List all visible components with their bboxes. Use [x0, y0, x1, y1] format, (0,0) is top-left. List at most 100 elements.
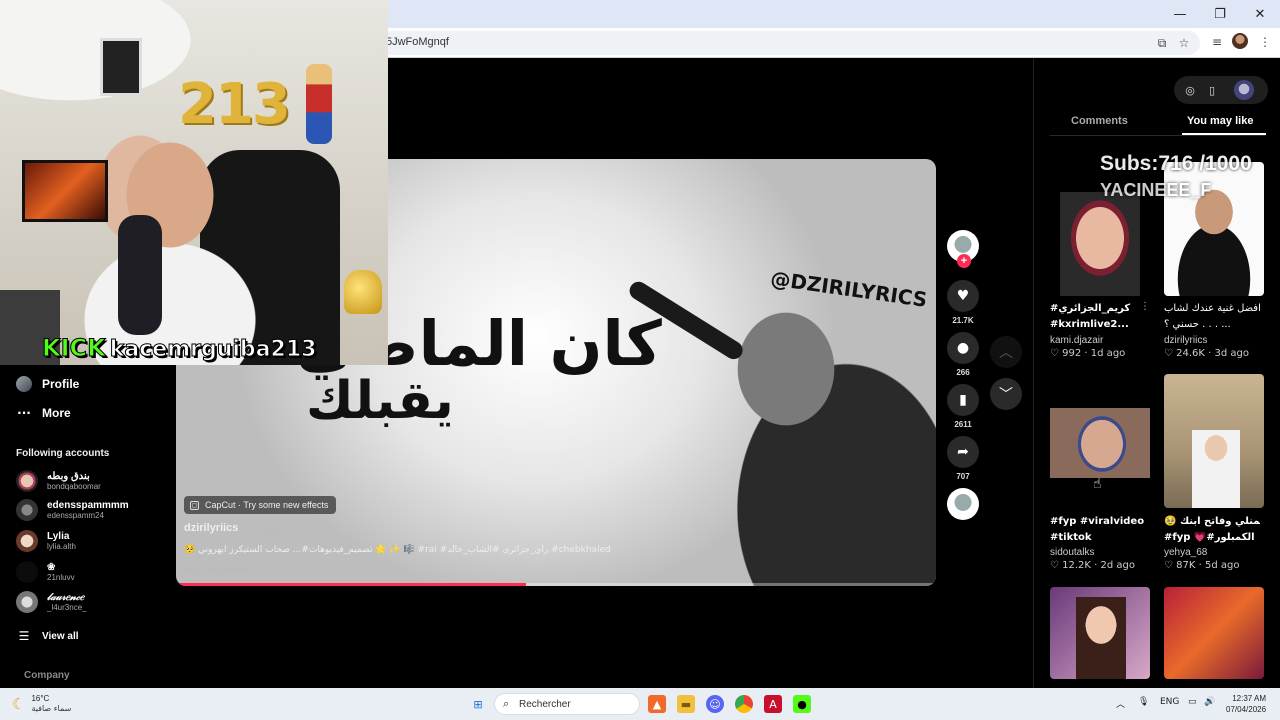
see-translation-link[interactable]: See translation [184, 564, 249, 574]
media-control-icon[interactable]: ≡ [1208, 33, 1226, 51]
avatar [16, 499, 38, 521]
video-author-name[interactable]: dzirilyriics [184, 522, 238, 534]
recommendation-thumbnail[interactable] [1164, 587, 1264, 679]
minimize-icon[interactable]: — [1160, 0, 1200, 28]
sidebar-item-more[interactable]: ··· More [16, 405, 71, 421]
weather-widget[interactable]: ☾ 16°C سماء صافية [12, 694, 71, 714]
account-handle: _l4ur3nce_ [47, 602, 87, 612]
panel-toolbar: ◎ ▯ [1174, 76, 1268, 104]
recommendation-author[interactable]: dzirilyriics [1164, 335, 1207, 346]
recommendation-author[interactable]: yehya_68 [1164, 547, 1207, 558]
taskbar-search[interactable]: ⌕ Rechercher [494, 693, 640, 715]
recommendation-author[interactable]: sidoutalks [1050, 547, 1094, 558]
video-author[interactable]: dzirilyriics · 1d ago [184, 522, 282, 534]
tab-you-may-like[interactable]: You may like [1187, 115, 1253, 127]
follow-plus-icon[interactable]: + [957, 254, 971, 268]
video-caption: 🥺 تصميم_فيديوهات#... صحاب الستيكرز ابهرو… [184, 545, 611, 555]
search-icon: ⌕ [503, 697, 510, 710]
taskbar-search-label: Rechercher [519, 699, 571, 710]
webcam-trophy [344, 270, 382, 314]
brave-browser-icon[interactable]: ▲ [648, 695, 666, 713]
sidebar-item-profile[interactable]: Profile [16, 376, 79, 392]
share-arrow-icon: ➦ [957, 444, 969, 460]
capcut-effects-button[interactable]: ▢ CapCut · Try some new effects [184, 496, 337, 514]
recommendation-thumbnail[interactable] [1050, 587, 1150, 679]
acrobat-icon[interactable]: A [764, 695, 782, 713]
bookmark-star-icon[interactable]: ☆ [1176, 35, 1192, 51]
following-account[interactable]: edensspammmm edensspamm24 [16, 499, 129, 521]
recommendation-title[interactable]: 🥹 تركمنلي وفاتح ابنك [1164, 514, 1260, 529]
previous-video-button[interactable]: ︿ [990, 336, 1022, 368]
account-handle: lylia.alth [47, 541, 76, 551]
share-count: 707 [956, 472, 970, 481]
music-disc-avatar[interactable] [947, 488, 979, 520]
list-icon: ☰ [18, 629, 30, 643]
thumbnail-image [1050, 408, 1150, 478]
recommendation-meta: ♡ 992 · 1d ago [1050, 348, 1126, 359]
microphone-icon[interactable]: 🎙 [1138, 697, 1149, 707]
user-avatar[interactable] [1234, 80, 1254, 100]
recommendation-title-line2[interactable]: #fyp 💗#الكمبلور [1164, 530, 1260, 545]
comment-count: 266 [956, 368, 970, 377]
avatar [16, 530, 38, 552]
phone-icon[interactable]: ▯ [1204, 82, 1220, 98]
network-icon[interactable]: ▭ [1188, 697, 1197, 707]
compass-icon[interactable]: ◎ [1182, 82, 1198, 98]
webcam-figurine [306, 64, 332, 144]
tab-comments[interactable]: Comments [1071, 115, 1128, 127]
tray-chevron-icon[interactable]: ︿ [1116, 697, 1125, 710]
following-account[interactable]: 𝓁𝒶𝓊𝓇𝑒𝓃𝒸𝑒 _l4ur3nce_ [16, 591, 87, 613]
chrome-icon[interactable] [735, 695, 753, 713]
save-button[interactable]: ▮ [947, 384, 979, 416]
video-progress-bar[interactable] [176, 583, 936, 586]
chrome-menu-icon[interactable]: ⋮ [1256, 33, 1274, 51]
next-video-button[interactable]: ﹀ [990, 378, 1022, 410]
creator-avatar[interactable]: + [947, 230, 979, 268]
footer-company-link[interactable]: Company [24, 670, 70, 681]
kick-username: kacemrguiba213 [109, 337, 317, 363]
windows-start-icon[interactable]: ⊞ [469, 695, 487, 713]
following-account[interactable]: Lylia lylia.alth [16, 530, 76, 552]
following-account[interactable]: ❀ 21nluvv [16, 561, 75, 583]
account-handle: bondqaboomar [47, 481, 101, 491]
view-all-button[interactable]: ☰ View all [16, 628, 79, 644]
comment-icon: ● [956, 340, 970, 356]
close-icon[interactable]: ✕ [1240, 0, 1280, 28]
thumbnail-image [1060, 192, 1140, 296]
restore-icon[interactable]: ❐ [1200, 0, 1240, 28]
install-app-icon[interactable]: ⧉ [1154, 35, 1170, 51]
recommendation-title[interactable]: #كريم_الجزائري [1050, 301, 1146, 316]
recommendation-title-line2[interactable]: #tiktok [1050, 530, 1146, 545]
account-name: edensspammmm [47, 499, 129, 511]
heart-outline-icon: ♡ [1050, 348, 1059, 359]
file-explorer-icon[interactable]: ▬ [677, 695, 695, 713]
webcam-kick-banner: KICK kacemrguiba213 [42, 334, 317, 363]
view-all-label: View all [42, 630, 79, 642]
recommendation-title-line2[interactable]: #kxrimlive2... [1050, 317, 1146, 332]
heart-outline-icon: ♡ [1050, 560, 1059, 571]
following-account[interactable]: بندق وبطه bondqaboomar [16, 470, 101, 492]
comment-button[interactable]: ● [947, 332, 979, 364]
taskbar-clock[interactable]: 12:37 AM 07/04/2026 [1226, 693, 1266, 715]
address-bar[interactable]: 5JwFoMgnqf ⧉ ☆ [380, 31, 1200, 55]
share-button[interactable]: ➦ [947, 436, 979, 468]
more-options-icon[interactable]: ⋮ [1140, 301, 1150, 312]
language-indicator[interactable]: ENG [1160, 697, 1179, 707]
chrome-profile-avatar[interactable] [1232, 33, 1248, 49]
weather-temperature: 16°C [31, 694, 50, 703]
heart-outline-icon: ♡ [1164, 348, 1173, 359]
kick-app-icon[interactable]: ● [793, 695, 811, 713]
following-accounts-title: Following accounts [16, 448, 110, 459]
chevron-up-icon: ︿ [999, 345, 1013, 361]
recommendation-title[interactable]: افضل غنية عندك لشاب [1164, 301, 1260, 316]
discord-icon[interactable]: ☺ [706, 695, 724, 713]
recommendation-author[interactable]: kami.djazair [1050, 335, 1103, 346]
recommendation-title[interactable]: #fyp #viralvideo [1050, 514, 1146, 529]
recommendation-title-line2[interactable]: حسني ؟ . . . ... [1164, 317, 1260, 332]
recommendation-thumbnail[interactable] [1164, 374, 1264, 508]
volume-icon[interactable]: 🔊 [1204, 697, 1215, 707]
account-name: بندق وبطه [47, 470, 90, 482]
recommendation-meta: ♡ 12.2K · 2d ago [1050, 560, 1136, 571]
url-text[interactable]: 5JwFoMgnqf [386, 36, 449, 48]
like-button[interactable]: ♥ [947, 280, 979, 312]
